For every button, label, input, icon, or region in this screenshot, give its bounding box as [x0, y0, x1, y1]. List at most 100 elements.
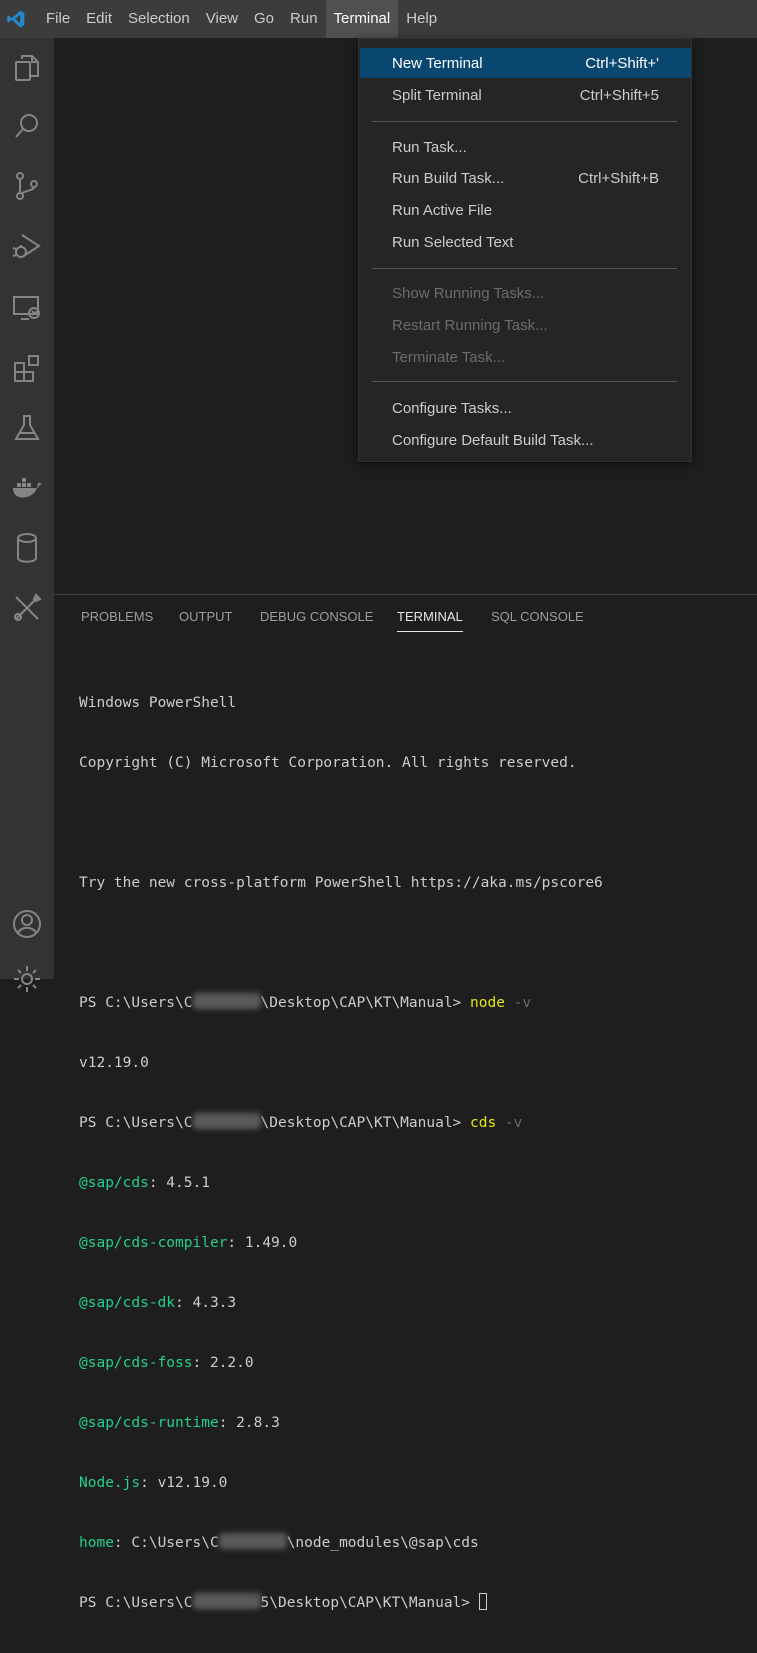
menu-item-run-selected-text[interactable]: Run Selected Text [360, 227, 691, 257]
package-version: : v12.19.0 [140, 1475, 228, 1491]
home-path: \node_modules\@sap\cds [286, 1535, 479, 1551]
testing-icon[interactable] [0, 408, 54, 448]
menu-item-label: Run Task... [392, 138, 467, 156]
terminal-line: Copyright (C) Microsoft Corporation. All… [79, 755, 577, 771]
menu-item-label: Terminate Task... [392, 348, 506, 366]
menu-item-label: Show Running Tasks... [392, 284, 545, 302]
menu-item-configure-default-build-task[interactable]: Configure Default Build Task... [360, 425, 691, 455]
menu-separator [372, 121, 677, 122]
cds-version-line: Node.js: v12.19.0 [79, 1473, 603, 1493]
menu-item-shortcut: Ctrl+Shift+B [578, 169, 659, 187]
menu-go[interactable]: Go [246, 0, 282, 38]
package-version: : 4.5.1 [148, 1175, 210, 1191]
tab-problems[interactable]: PROBLEMS [81, 595, 153, 639]
terminal-cursor [478, 1593, 487, 1610]
activity-bar [0, 38, 54, 992]
docker-icon[interactable] [0, 468, 54, 508]
menu-item-restart-running-task: Restart Running Task... [360, 310, 691, 340]
vscode-logo-icon [0, 0, 32, 38]
menu-item-label: New Terminal [392, 54, 483, 72]
prompt-text: \Desktop\CAP\KT\Manual> [260, 1115, 471, 1131]
prompt-text: PS C:\Users\C [79, 995, 193, 1011]
tab-sql-console[interactable]: SQL CONSOLE [491, 595, 584, 639]
command-text: cds [470, 1115, 497, 1131]
menu-selection[interactable]: Selection [120, 0, 198, 38]
menu-item-label: Restart Running Task... [392, 316, 548, 334]
menu-separator [372, 268, 677, 269]
terminal-prompt-line: PS C:\Users\C \Desktop\CAP\KT\Manual> nod… [79, 993, 603, 1013]
menu-item-show-running-tasks: Show Running Tasks... [360, 278, 691, 308]
terminal-line: Try the new cross-platform PowerShell ht… [79, 875, 603, 891]
menu-item-label: Run Active File [392, 201, 493, 219]
tab-output[interactable]: OUTPUT [179, 595, 232, 639]
panel-tabs: PROBLEMS OUTPUT DEBUG CONSOLE TERMINAL S… [54, 595, 757, 639]
source-control-icon[interactable] [0, 166, 54, 206]
terminal-line: v12.19.0 [79, 1055, 149, 1071]
package-name: @sap/cds-foss [79, 1355, 193, 1371]
package-name: Node.js [79, 1475, 141, 1491]
menu-item-label: Configure Default Build Task... [392, 431, 594, 449]
menu-item-terminate-task: Terminate Task... [360, 342, 691, 372]
menu-terminal[interactable]: Terminal [325, 0, 399, 38]
menu-bar: File Edit Selection View Go Run Terminal… [38, 0, 445, 38]
package-name: home [79, 1535, 114, 1551]
package-version: : 2.2.0 [192, 1355, 254, 1371]
search-icon[interactable] [0, 106, 54, 146]
menu-item-run-active-file[interactable]: Run Active File [360, 195, 691, 225]
redacted-username [192, 1113, 261, 1129]
terminal-line: Windows PowerShell [79, 695, 237, 711]
menu-item-shortcut: Ctrl+Shift+' [585, 54, 659, 72]
explorer-icon[interactable] [0, 48, 54, 88]
terminal-menu: New Terminal Ctrl+Shift+' Split Terminal… [358, 38, 692, 462]
menu-edit[interactable]: Edit [78, 0, 120, 38]
menu-item-run-build-task[interactable]: Run Build Task... Ctrl+Shift+B [360, 163, 691, 193]
menu-item-label: Run Selected Text [392, 233, 514, 251]
package-version: : 1.49.0 [227, 1235, 298, 1251]
prompt-text: \Desktop\CAP\KT\Manual> [260, 995, 471, 1011]
extensions-icon[interactable] [0, 348, 54, 388]
tab-debug-console[interactable]: DEBUG CONSOLE [260, 595, 373, 639]
cds-version-line: @sap/cds-runtime: 2.8.3 [79, 1413, 603, 1433]
menu-separator [372, 381, 677, 382]
package-name: @sap/cds-compiler [79, 1235, 228, 1251]
cds-version-line: @sap/cds: 4.5.1 [79, 1173, 603, 1193]
tools-icon[interactable] [0, 588, 54, 628]
menu-item-configure-tasks[interactable]: Configure Tasks... [360, 393, 691, 423]
run-debug-icon[interactable] [0, 226, 54, 266]
menu-run[interactable]: Run [282, 0, 326, 38]
menu-view[interactable]: View [198, 0, 246, 38]
command-text: node [470, 995, 505, 1011]
tab-terminal[interactable]: TERMINAL [397, 595, 463, 639]
prompt-text: 5\Desktop\CAP\KT\Manual> [260, 1595, 479, 1611]
prompt-text: PS C:\Users\C [79, 1115, 193, 1131]
menu-item-run-task[interactable]: Run Task... [360, 132, 691, 162]
package-name: @sap/cds-runtime [79, 1415, 219, 1431]
package-name: @sap/cds [79, 1175, 149, 1191]
account-icon[interactable] [0, 904, 54, 944]
menu-item-label: Split Terminal [392, 86, 482, 104]
menu-help[interactable]: Help [398, 0, 445, 38]
menu-file[interactable]: File [38, 0, 78, 38]
package-name: @sap/cds-dk [79, 1295, 176, 1311]
terminal-output[interactable]: Windows PowerShell Copyright (C) Microso… [79, 653, 603, 1653]
cds-version-line: @sap/cds-compiler: 1.49.0 [79, 1233, 603, 1253]
home-path: : C:\Users\C [113, 1535, 219, 1551]
terminal-prompt-line: PS C:\Users\C 5\Desktop\CAP\KT\Manual> [79, 1593, 603, 1613]
command-flag: -v [496, 1115, 523, 1131]
package-version: : 2.8.3 [218, 1415, 280, 1431]
menu-item-shortcut: Ctrl+Shift+5 [579, 86, 659, 104]
database-icon[interactable] [0, 528, 54, 568]
terminal-prompt-line: PS C:\Users\C \Desktop\CAP\KT\Manual> cds… [79, 1113, 603, 1133]
settings-icon[interactable] [0, 959, 54, 999]
remote-explorer-icon[interactable] [0, 288, 54, 328]
menu-item-label: Configure Tasks... [392, 399, 512, 417]
redacted-username [218, 1533, 287, 1549]
menu-item-label: Run Build Task... [392, 169, 505, 187]
title-bar: File Edit Selection View Go Run Terminal… [0, 0, 757, 38]
redacted-username [192, 993, 261, 1009]
bottom-panel: PROBLEMS OUTPUT DEBUG CONSOLE TERMINAL S… [54, 594, 757, 1611]
menu-item-new-terminal[interactable]: New Terminal Ctrl+Shift+' [360, 48, 691, 78]
menu-item-split-terminal[interactable]: Split Terminal Ctrl+Shift+5 [360, 80, 691, 110]
